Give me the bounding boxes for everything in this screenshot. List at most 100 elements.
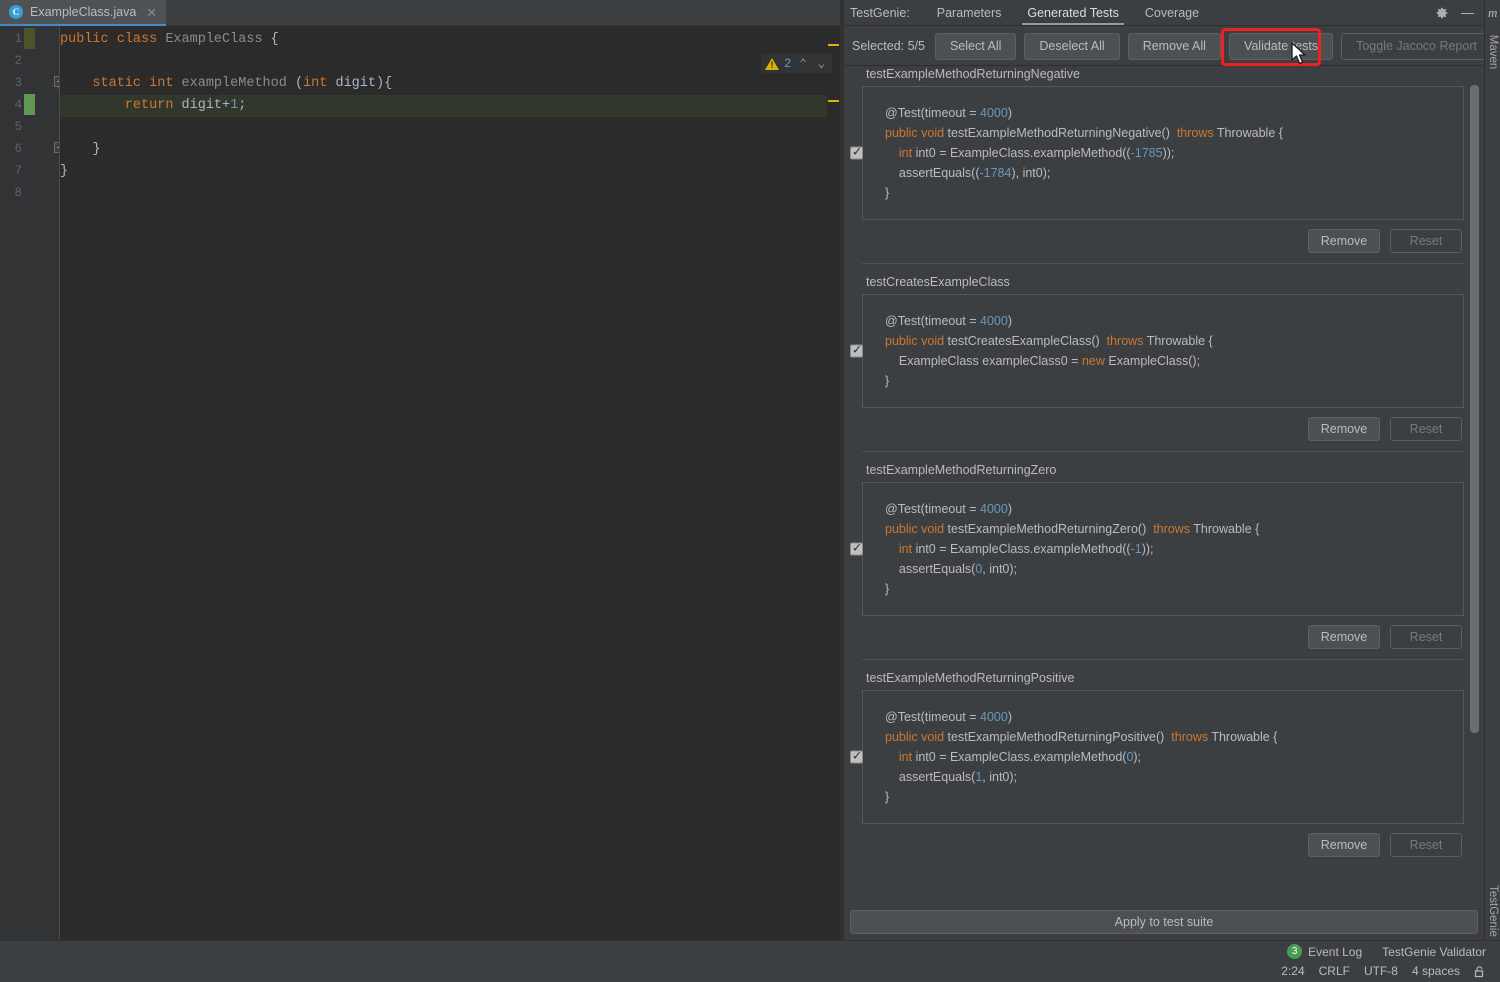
select-all-button[interactable]: Select All [934,32,1017,60]
reset-test-button[interactable]: Reset [1390,229,1462,253]
test-code-token: @Test(timeout = [885,106,981,120]
testgenie-stripe-button[interactable]: TestGenie [1487,885,1499,937]
code-line[interactable] [60,117,840,139]
test-code-editor[interactable]: @Test(timeout = 4000) public void testExa… [862,86,1464,220]
caret-position[interactable]: 2:24 [1281,964,1304,978]
tab-coverage[interactable]: Coverage [1132,0,1212,26]
testgenie-tool-window: TestGenie: Parameters Generated Tests Co… [844,0,1492,940]
test-code-token: assertEquals(( [885,166,980,180]
close-icon[interactable]: ✕ [146,6,157,19]
tests-toolbar: Selected: 5/5 Select All Deselect All Re… [844,27,1492,66]
maven-stripe-button[interactable]: Maven [1487,35,1499,70]
event-log-button[interactable]: 3 Event Log [1287,944,1362,959]
test-code-token: testExampleMethodReturningNegative() [947,126,1177,140]
warning-stripe[interactable] [828,44,839,46]
code-line[interactable]: public class ExampleClass { [60,29,840,51]
test-code-line: @Test(timeout = 4000) [885,103,1463,123]
reset-test-button[interactable]: Reset [1390,417,1462,441]
test-case-checkbox[interactable] [850,145,863,160]
test-code-token: int0 = ExampleClass.exampleMethod(( [912,146,1131,160]
event-log-label: Event Log [1308,944,1363,959]
test-code-token: ) [1007,502,1012,516]
toggle-jacoco-report-button[interactable]: Toggle Jacoco Report [1341,32,1492,60]
test-code-token: @Test(timeout = [885,314,981,328]
code-line[interactable]: } [60,139,840,161]
selected-count-label: Selected: 5/5 [852,39,925,53]
test-code-token: public void [885,730,948,744]
code-token: ( [286,76,304,91]
inspection-widget[interactable]: ! 2 ⌃ ⌄ [761,54,832,73]
editor-marker-track[interactable] [827,26,840,940]
chevron-down-icon[interactable]: ⌄ [815,56,828,71]
test-case-checkbox[interactable] [850,749,863,764]
minimize-icon[interactable] [1461,7,1474,19]
test-code-line: } [885,787,1463,807]
test-case-body: @Test(timeout = 4000)public void testCre… [850,294,1464,408]
code-line[interactable]: } [60,161,840,183]
test-case-card: testExampleMethodReturningZero @Test(time… [850,463,1464,649]
testgenie-validator-button[interactable]: TestGenie Validator [1382,945,1486,959]
test-code-token: throws [1153,522,1194,536]
apply-to-test-suite-button[interactable]: Apply to test suite [850,910,1478,934]
remove-test-button[interactable]: Remove [1308,229,1380,253]
test-code-token: int [885,146,913,160]
code-line[interactable]: return digit+1; [60,95,840,117]
tests-scrollbar-thumb[interactable] [1470,85,1479,733]
validate-tests-button[interactable]: Validate tests [1228,32,1334,60]
test-code-token: ); [1133,750,1142,764]
test-code-token: throws [1171,730,1212,744]
code-line[interactable]: static int exampleMethod (int digit){ [60,73,840,95]
reset-test-button[interactable]: Reset [1390,625,1462,649]
chevron-up-icon[interactable]: ⌃ [797,56,810,71]
indent-setting[interactable]: 4 spaces [1412,964,1460,978]
code-editor[interactable]: ! 2 ⌃ ⌄ public class ExampleClass { stat… [60,26,840,940]
warning-stripe[interactable] [828,100,839,102]
test-code-token: int [885,750,913,764]
test-code-token: public void [885,522,948,536]
test-case-name: testExampleMethodReturningZero [866,463,1057,477]
test-code-line: public void testExampleMethodReturningZe… [885,519,1463,539]
code-token: exampleMethod [181,76,287,91]
test-code-token: testExampleMethodReturningPositive() [947,730,1172,744]
editor-tab-exampleclass[interactable]: C ExampleClass.java ✕ [0,0,167,26]
code-line[interactable] [60,51,840,73]
gear-icon[interactable] [1435,6,1449,20]
deselect-all-button[interactable]: Deselect All [1024,32,1120,60]
unlocked-padlock-icon[interactable] [1474,965,1486,978]
test-code-token: ) [1007,314,1012,328]
test-code-token: -1784 [979,166,1012,180]
test-code-editor[interactable]: @Test(timeout = 4000) public void testExa… [862,690,1464,824]
tab-generated-tests[interactable]: Generated Tests [1014,0,1132,26]
line-separator[interactable]: CRLF [1319,964,1350,978]
file-encoding[interactable]: UTF-8 [1364,964,1398,978]
test-code-editor[interactable]: @Test(timeout = 4000) public void testCre… [862,294,1464,408]
test-code-token: } [885,790,890,804]
test-case-checkbox[interactable] [850,343,863,358]
reset-test-button[interactable]: Reset [1390,833,1462,857]
test-code-token: int [885,542,913,556]
test-code-line: int int0 = ExampleClass.exampleMethod((-… [885,539,1463,559]
test-code-token: 4000 [980,502,1008,516]
editor-gutter[interactable]: 1 2 3 4 5 6 7 8 [0,26,65,940]
remove-test-button[interactable]: Remove [1308,625,1380,649]
test-code-line: } [885,371,1463,391]
card-divider [862,263,1464,264]
tests-scrollbar[interactable] [1470,67,1479,907]
remove-all-button[interactable]: Remove All [1127,32,1221,60]
tab-parameters[interactable]: Parameters [924,0,1015,26]
test-code-line: assertEquals((-1784), int0); [885,163,1463,183]
test-code-editor[interactable]: @Test(timeout = 4000) public void testExa… [862,482,1464,616]
maven-m-icon[interactable]: m [1488,5,1497,21]
line-number: 5 [14,120,22,134]
remove-test-button[interactable]: Remove [1308,417,1380,441]
java-class-icon: C [9,5,23,19]
generated-tests-list[interactable]: testExampleMethodReturningNegative @Test(… [844,67,1484,907]
status-bar: 3 Event Log TestGenie Validator 2:24 CRL… [0,940,1500,982]
code-token: int [303,76,328,91]
warning-triangle-icon: ! [765,57,780,70]
test-case-checkbox[interactable] [850,541,863,556]
code-line[interactable] [60,183,840,205]
test-case-name: testExampleMethodReturningNegative [866,67,1081,81]
right-tool-bar: m Maven TestGenie [1484,0,1500,940]
remove-test-button[interactable]: Remove [1308,833,1380,857]
